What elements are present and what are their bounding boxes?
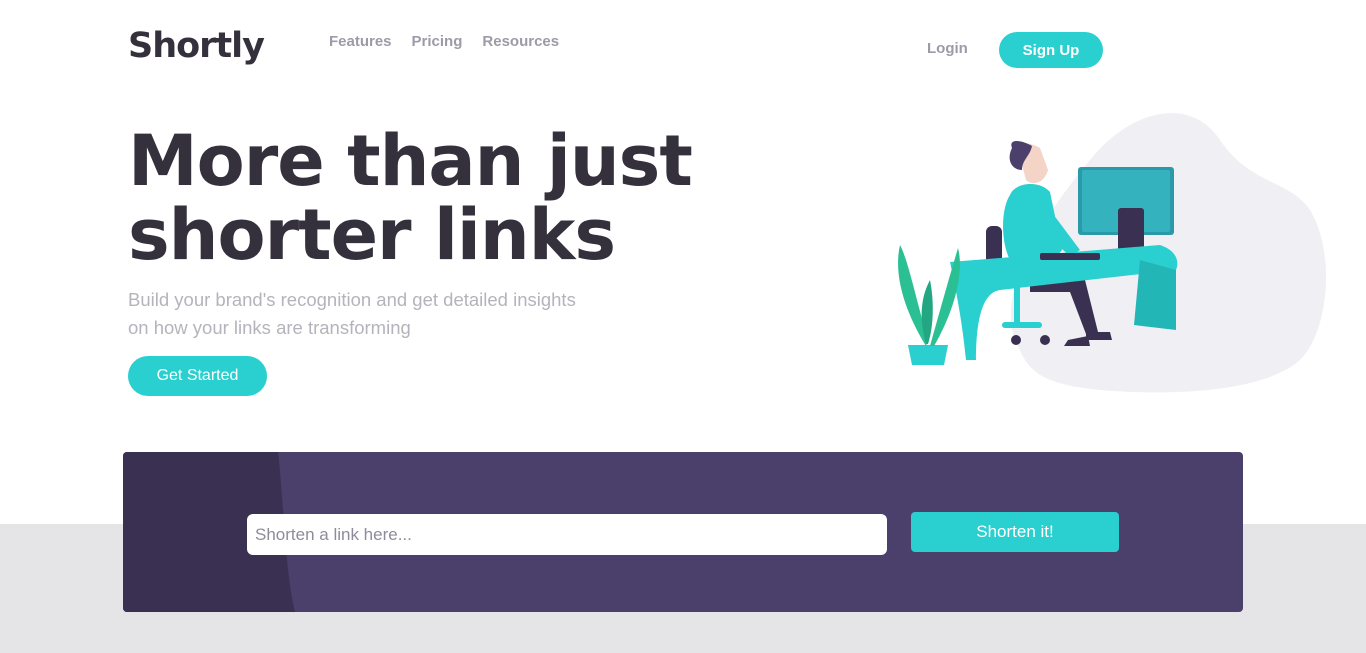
shorten-panel: Shorten it! xyxy=(123,452,1243,612)
login-link[interactable]: Login xyxy=(927,40,968,57)
signup-button[interactable]: Sign Up xyxy=(999,32,1103,68)
main-nav: Features Pricing Resources xyxy=(329,33,559,50)
landing-page: Shortly Features Pricing Resources Login… xyxy=(0,0,1366,653)
nav-pricing-link[interactable]: Pricing xyxy=(412,33,463,50)
nav-features-link[interactable]: Features xyxy=(329,33,392,50)
nav-resources-link[interactable]: Resources xyxy=(482,33,559,50)
shorten-button[interactable]: Shorten it! xyxy=(911,512,1119,552)
hero-title: More than just shorter links xyxy=(128,120,693,276)
person-working-at-desk-illustration xyxy=(898,113,1327,393)
get-started-button[interactable]: Get Started xyxy=(128,356,267,396)
hero-subtitle: Build your brand's recognition and get d… xyxy=(128,289,576,338)
shorten-link-input[interactable] xyxy=(247,514,887,555)
logo[interactable]: Shortly xyxy=(128,26,265,66)
